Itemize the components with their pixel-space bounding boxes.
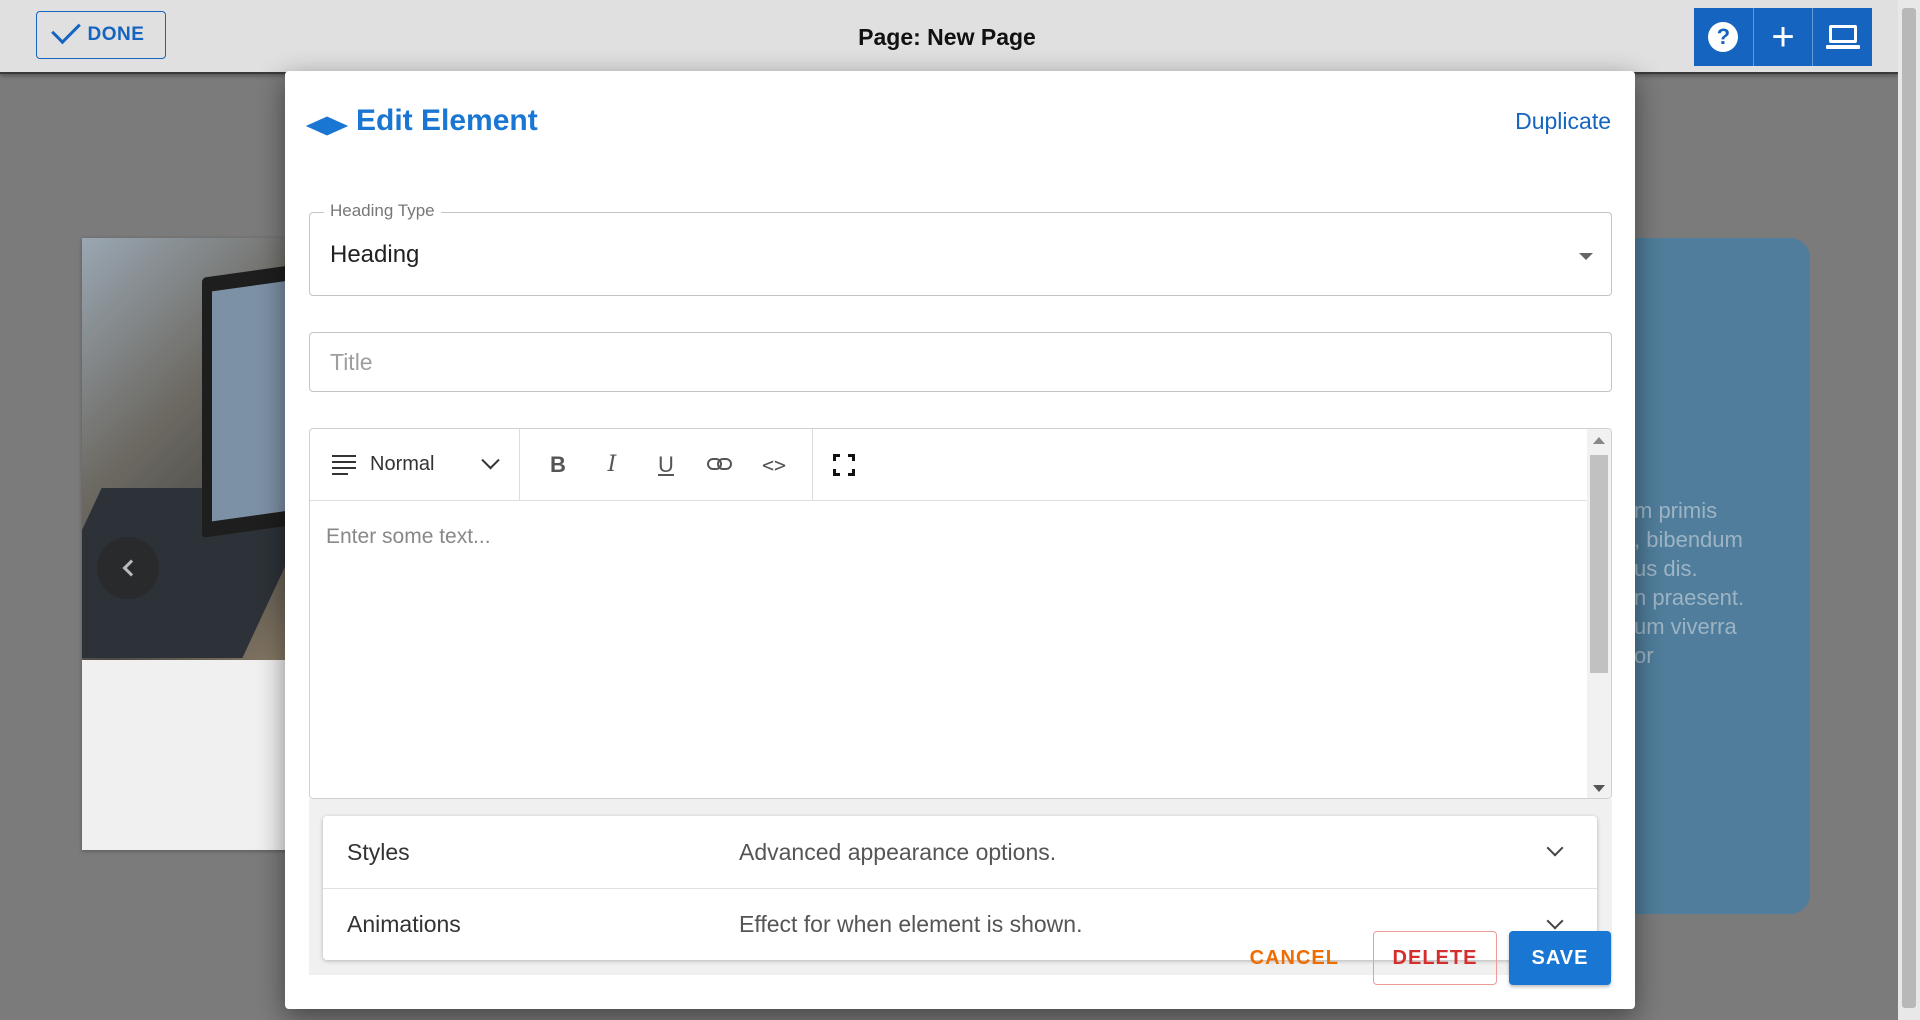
italic-button[interactable]: I (588, 441, 636, 489)
fullscreen-icon (833, 453, 855, 476)
heading-type-value: Heading (330, 241, 420, 268)
heading-type-label: Heading Type (324, 201, 441, 221)
heading-type-select[interactable]: Heading Type Heading (309, 201, 1612, 296)
expand-icon (1546, 912, 1564, 930)
dropdown-arrow-icon (1579, 253, 1593, 260)
help-button[interactable]: ? (1694, 8, 1754, 66)
bold-button[interactable]: B (534, 441, 582, 489)
editor-content[interactable]: Enter some text... (326, 525, 491, 549)
help-icon: ? (1708, 22, 1739, 52)
dialog-actions: CANCEL DELETE SAVE (1228, 931, 1611, 985)
carousel-prev-button[interactable] (97, 537, 159, 599)
title-input[interactable] (309, 332, 1612, 392)
preview-device-button[interactable] (1813, 8, 1872, 66)
graduation-cap-icon (305, 105, 349, 137)
dialog-header: Edit Element Duplicate (305, 99, 1611, 143)
page-scrollbar[interactable] (1898, 0, 1920, 1020)
accordion-title: Styles (347, 838, 410, 865)
link-button[interactable] (696, 441, 744, 489)
chevron-left-icon (122, 559, 139, 577)
accordion-title: Animations (347, 911, 461, 937)
duplicate-link[interactable]: Duplicate (1515, 108, 1611, 135)
accordion-styles[interactable]: Styles Advanced appearance options. (323, 816, 1597, 888)
plus-icon: + (1771, 15, 1795, 59)
delete-button[interactable]: DELETE (1373, 931, 1497, 985)
chevron-down-icon (481, 451, 500, 470)
page-title: Page: New Page (858, 24, 1036, 50)
underline-button[interactable]: U (642, 441, 690, 489)
background-text-card: m primis , bibendum us dis. n praesent. … (1634, 238, 1810, 914)
laptop-icon (1825, 25, 1860, 49)
mark-buttons: B I U <> (520, 429, 813, 500)
add-button[interactable]: + (1754, 8, 1814, 66)
top-bar: DONE Page: New Page ? + (0, 0, 1898, 74)
carousel-image (82, 238, 302, 660)
format-label: Normal (370, 453, 435, 475)
paragraph-icon (332, 454, 356, 475)
toolbar-group: ? + (1694, 8, 1872, 66)
editor-toolbar: Normal B I U <> (310, 429, 1587, 501)
link-icon (707, 457, 733, 472)
format-dropdown[interactable]: Normal (310, 429, 520, 500)
editor-scrollbar[interactable] (1587, 429, 1611, 798)
scroll-up-icon[interactable] (1593, 437, 1605, 444)
expand-icon (1546, 839, 1564, 857)
edit-element-dialog: Edit Element Duplicate Heading Type Head… (285, 71, 1635, 1009)
save-button[interactable]: SAVE (1509, 931, 1611, 985)
accordion-description: Advanced appearance options. (739, 838, 1057, 865)
background-text: m primis , bibendum us dis. n praesent. … (1634, 498, 1745, 668)
accordion-description: Effect for when element is shown. (739, 911, 1083, 937)
cancel-button[interactable]: CANCEL (1228, 931, 1361, 985)
scroll-down-icon[interactable] (1593, 785, 1605, 792)
fullscreen-button[interactable] (813, 429, 855, 500)
code-button[interactable]: <> (750, 441, 798, 489)
rich-text-editor: Normal B I U <> Enter some text... (309, 428, 1612, 799)
dialog-title: Edit Element (356, 104, 538, 137)
